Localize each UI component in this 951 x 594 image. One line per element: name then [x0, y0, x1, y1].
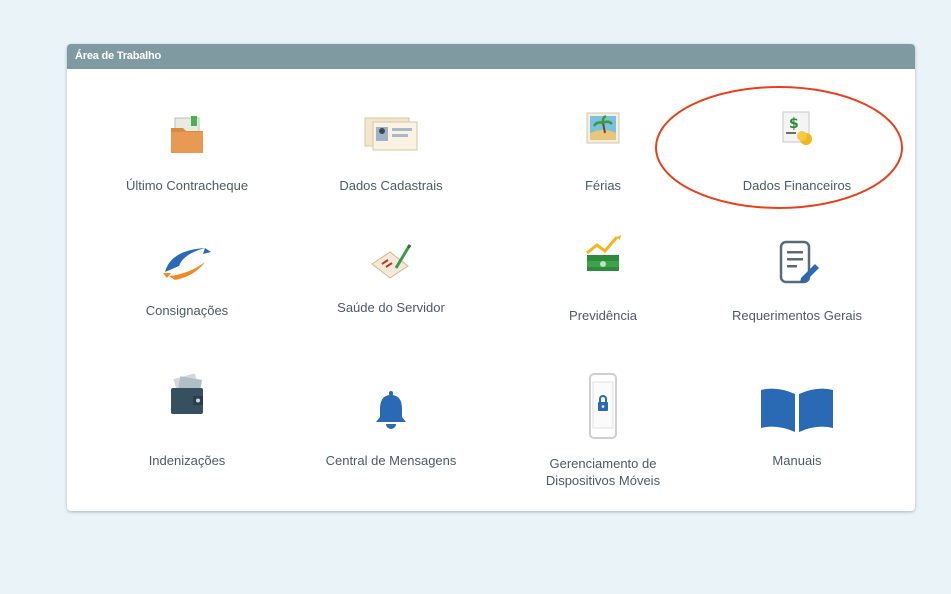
- swoosh-arrow-icon: [163, 248, 211, 280]
- health-document-icon: [371, 244, 412, 279]
- tile-label: Dados Financeiros: [742, 178, 852, 193]
- tile-label: Indenizações: [148, 453, 226, 468]
- tile-dados-financeiros[interactable]: $ Dados Financeiros: [697, 111, 897, 214]
- tile-gerenciamento-dispositivos[interactable]: Gerenciamento de Dispositivos Móveis: [503, 372, 703, 488]
- tile-consignacoes[interactable]: Consignações: [87, 242, 287, 342]
- beach-picture-icon: [586, 112, 620, 144]
- tile-previdencia[interactable]: Previdência: [503, 235, 703, 342]
- id-cards-icon: [364, 117, 418, 151]
- book-icon: [761, 388, 833, 432]
- money-icon: $: [782, 111, 812, 145]
- tile-label: Manuais: [772, 453, 822, 468]
- tile-indenizacoes[interactable]: Indenizações: [87, 372, 287, 472]
- wallet-icon: [171, 373, 203, 414]
- svg-text:$: $: [789, 116, 799, 132]
- mobile-lock-icon: [589, 373, 617, 439]
- tile-label: Dados Cadastrais: [339, 178, 443, 193]
- tile-label: Consignações: [145, 303, 229, 318]
- tile-saude-do-servidor[interactable]: Saúde do Servidor: [291, 242, 491, 342]
- tile-requerimentos-gerais[interactable]: Requerimentos Gerais: [697, 240, 897, 342]
- tile-label: Previdência: [569, 308, 637, 323]
- folder-icon: [171, 116, 203, 153]
- document-edit-icon: [779, 240, 819, 284]
- tile-label: Último Contracheque: [125, 178, 249, 193]
- tile-dados-cadastrais[interactable]: Dados Cadastrais: [291, 114, 491, 214]
- tile-label: Férias: [584, 178, 622, 193]
- bell-icon: [376, 391, 406, 429]
- tile-ferias[interactable]: Férias: [503, 112, 703, 214]
- workspace-panel: Área de Trabalho Último Contracheque Dad…: [67, 44, 915, 511]
- money-growth-icon: [586, 235, 621, 271]
- tile-label: Requerimentos Gerais: [731, 308, 863, 323]
- tile-ultimo-contracheque[interactable]: Último Contracheque: [87, 114, 287, 214]
- tile-manuais[interactable]: Manuais: [697, 372, 897, 472]
- tile-label: Saúde do Servidor: [337, 300, 445, 315]
- tile-label: Central de Mensagens: [325, 453, 457, 468]
- panel-title: Área de Trabalho: [67, 44, 915, 69]
- tile-label: Gerenciamento de Dispositivos Móveis: [545, 456, 661, 488]
- tile-central-de-mensagens[interactable]: Central de Mensagens: [291, 372, 491, 472]
